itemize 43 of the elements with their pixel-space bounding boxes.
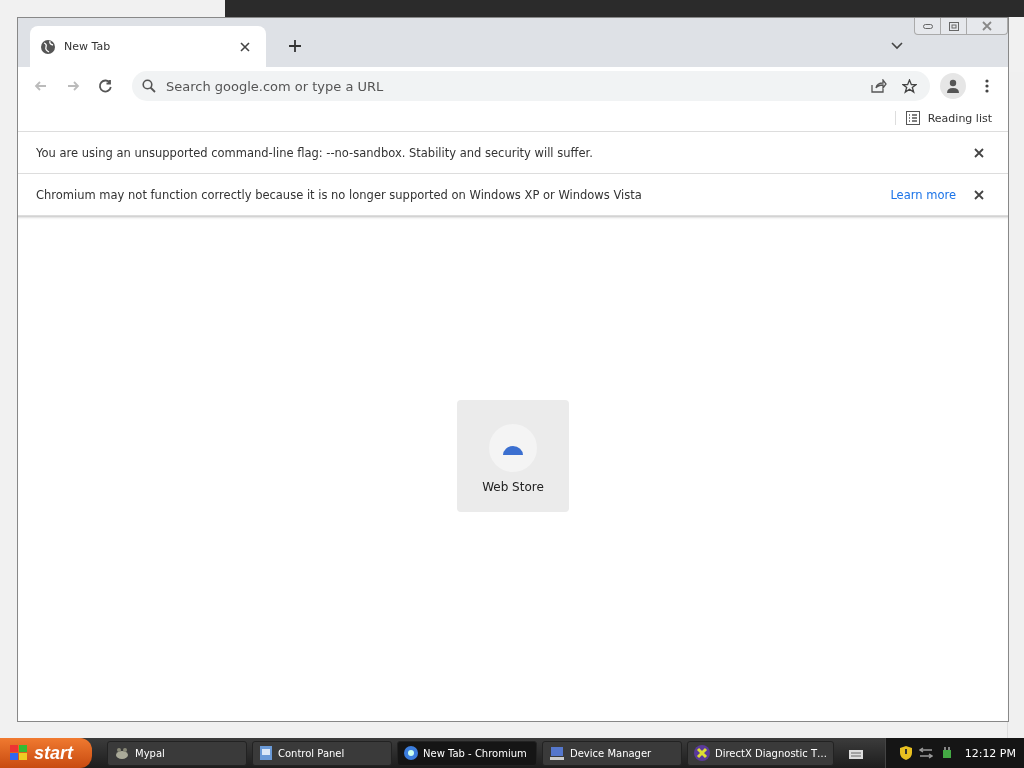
- x-badge-icon: [694, 745, 710, 761]
- computer-icon: [549, 746, 565, 760]
- shield-icon[interactable]: [899, 746, 912, 760]
- clock: 12:12 PM: [964, 746, 1016, 760]
- network-icon[interactable]: [918, 747, 933, 759]
- chevron-down-icon: [891, 42, 903, 50]
- reload-icon: [97, 78, 113, 94]
- infobar-message: You are using an unsupported command-line flag: --no-sandbox. Stability and security will suffer.: [36, 145, 594, 160]
- tab-title: New Tab: [64, 40, 112, 53]
- maximize-icon: [948, 21, 959, 31]
- menu-icon: [985, 79, 989, 93]
- store-icon: [489, 423, 537, 472]
- address-input[interactable]: Search google.com or type a URL: [164, 77, 860, 95]
- window-icon: [259, 745, 273, 761]
- close-icon: [240, 41, 250, 52]
- list-icon: [905, 111, 920, 125]
- keyboard-icon[interactable]: [849, 747, 864, 759]
- taskbar-button[interactable]: Mypal: [107, 740, 247, 766]
- globe-icon: [404, 746, 418, 760]
- taskbar-button[interactable]: Device Manager: [542, 740, 682, 766]
- paw-icon: [114, 746, 130, 760]
- windows-flag-icon: [10, 745, 28, 761]
- infobar-message: Chromium may not function correctly because it is no longer supported on Windows XP or Windows Vista: [36, 187, 643, 202]
- taskbar-button[interactable]: New Tab - Chromium: [397, 740, 537, 766]
- close-icon: [982, 21, 992, 31]
- plus-icon: [289, 40, 301, 52]
- address-bar[interactable]: Search google.com or type a URL: [132, 71, 930, 101]
- profile-button[interactable]: [940, 73, 966, 99]
- close-icon: [974, 189, 984, 200]
- share-icon: [871, 79, 887, 93]
- start-button[interactable]: start: [0, 738, 92, 768]
- shortcut-tile[interactable]: Web Store: [457, 400, 569, 512]
- taskbar-button[interactable]: Control Panel: [252, 740, 392, 766]
- globe-icon: [41, 39, 55, 54]
- minimize-icon: [922, 23, 933, 29]
- taskbar-button[interactable]: DirectX Diagnostic T…: [687, 740, 835, 766]
- tab[interactable]: New Tab: [30, 26, 266, 67]
- search-icon: [142, 79, 156, 93]
- close-icon: [974, 147, 984, 158]
- learn-more-link[interactable]: Learn more: [890, 187, 956, 202]
- star-icon: [901, 78, 917, 94]
- person-icon: [946, 79, 960, 93]
- reading-list-button[interactable]: Reading list: [894, 111, 992, 125]
